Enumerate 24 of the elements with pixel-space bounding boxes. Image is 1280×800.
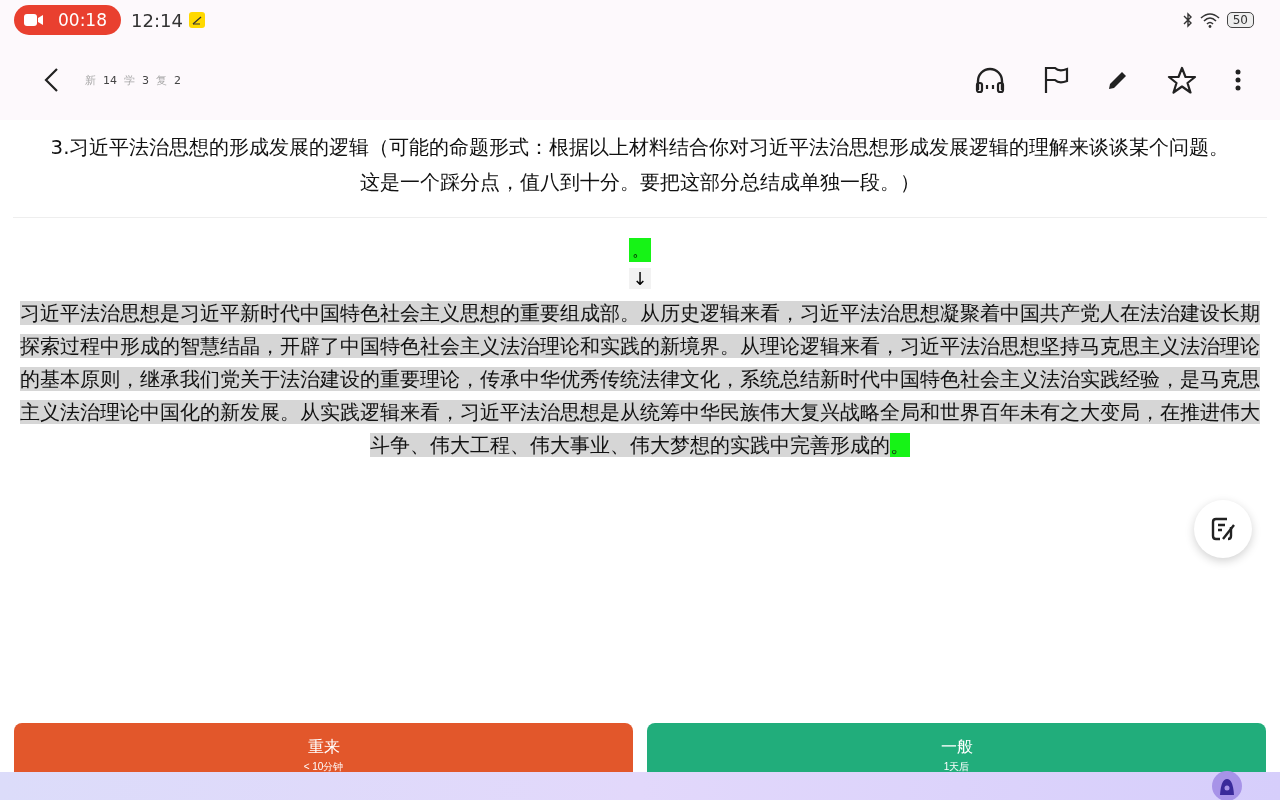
bluetooth-icon — [1182, 12, 1193, 28]
count-label: 学 — [124, 72, 135, 88]
note-edit-icon — [1209, 515, 1237, 543]
assistant-icon[interactable] — [1212, 771, 1242, 800]
arrow-text: ↓ — [629, 268, 651, 289]
answer-text: 习近平法治思想是习近平新时代中国特色社会主义思想的重要组成部。从历史逻辑来看，习近平法治思想凝聚着中国共产党人在法治建设长期探索过程中形成的智慧结晶，开辟了中国特色社会主义法治理论和实践的新境界。从理论逻辑来看，习近平法治思想坚持马克思主义法治理论的基本原则，继承我们党关于法治建设的重要理论，传承中华优秀传统法律文化，系统总结新时代中国特色社会主义法治实践经验，是马克思主义法治理论中国化的新发展。从实践逻辑来看，习近平法治思想是从统筹中华民族伟大复兴战略全局和世界百年未有之大变局，在推进伟大斗争、伟大工程、伟大事业、伟大梦想的实践中完善形成的。 — [19, 300, 1261, 459]
count-label: 复 — [156, 72, 167, 88]
wifi-icon — [1198, 12, 1221, 28]
note-edit-button[interactable] — [1194, 500, 1252, 558]
question-text: 3.习近平法治思想的形成发展的逻辑（可能的命题形式：根据以上材料结合你对习近平法治思想形成发展逻辑的理解来谈谈某个问题。 — [50, 135, 1230, 161]
battery-indicator: 50 — [1226, 12, 1254, 28]
clock-time: 12:14 — [131, 9, 183, 31]
highlight-marker: 。 — [629, 238, 651, 262]
answer-button[interactable]: 重来 < 10分钟 — [14, 723, 633, 772]
count-value: 2 — [174, 73, 181, 87]
note-icon — [188, 12, 205, 28]
chevron-left-icon — [43, 67, 59, 93]
question-text: 这是一个踩分点，值八到十分。要把这部分总结成单独一段。） — [359, 170, 921, 196]
answer-button[interactable]: 一般 1天后 — [647, 723, 1266, 772]
recording-time: 00:18 — [58, 10, 107, 30]
count-label: 新 — [85, 72, 96, 88]
count-value: 14 — [103, 73, 117, 87]
video-camera-icon — [24, 13, 44, 27]
count-value: 3 — [142, 73, 149, 87]
